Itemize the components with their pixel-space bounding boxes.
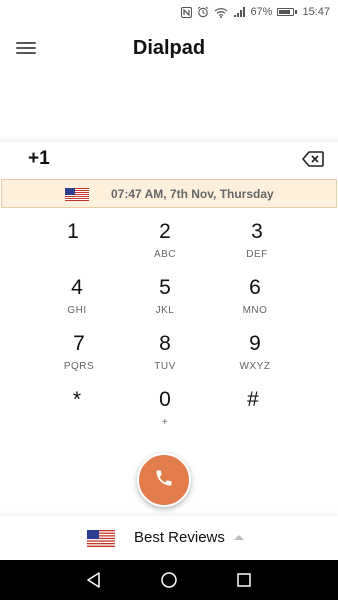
key-3[interactable]: 3 DEF	[217, 220, 297, 272]
time-banner: 07:47 AM, 7th Nov, Thursday	[1, 179, 337, 208]
phone-icon	[154, 468, 174, 493]
nfc-icon	[181, 6, 193, 18]
battery-icon	[277, 8, 298, 16]
key-digit: 4	[71, 276, 83, 299]
key-letters: MNO	[242, 305, 268, 316]
key-9[interactable]: 9 WXYZ	[215, 332, 295, 384]
key-4[interactable]: 4 GHI	[37, 276, 117, 328]
key-0[interactable]: 0 +	[125, 388, 205, 440]
key-digit: 7	[73, 332, 85, 355]
key-digit: *	[72, 388, 82, 411]
country-selector[interactable]: Best Reviews	[0, 516, 338, 560]
number-row: +1	[0, 144, 338, 176]
divider	[0, 136, 338, 142]
page-title: Dialpad	[132, 37, 206, 59]
key-digit: 9	[249, 332, 261, 355]
us-flag-icon	[87, 530, 115, 552]
status-time: 15:47	[302, 6, 330, 18]
key-star[interactable]: *	[37, 388, 117, 440]
key-5[interactable]: 5 JKL	[125, 276, 205, 328]
key-letters: ABC	[153, 249, 177, 260]
key-digit: 3	[251, 220, 263, 243]
nav-home-icon[interactable]	[159, 570, 179, 590]
system-nav-bar	[0, 560, 338, 600]
backspace-icon[interactable]	[302, 151, 324, 167]
key-digit: 2	[159, 220, 171, 243]
key-letters: WXYZ	[239, 361, 271, 372]
call-button[interactable]	[137, 453, 191, 507]
app-bar: Dialpad	[0, 24, 338, 76]
key-6[interactable]: 6 MNO	[215, 276, 295, 328]
battery-text: 67%	[250, 6, 273, 18]
key-8[interactable]: 8 TUV	[125, 332, 205, 384]
key-letters: JKL	[155, 305, 175, 316]
signal-icon	[233, 6, 246, 18]
status-bar: 67% 15:47	[0, 0, 338, 24]
dialed-number[interactable]: +1	[28, 148, 50, 170]
us-flag-icon	[65, 188, 89, 206]
country-label: Best Reviews	[134, 529, 225, 546]
key-digit: 6	[249, 276, 261, 299]
key-letters: GHI	[67, 305, 87, 316]
key-digit: #	[247, 388, 259, 411]
key-letters: +	[161, 417, 169, 428]
key-hash[interactable]: #	[213, 388, 293, 440]
local-time-text: 07:47 AM, 7th Nov, Thursday	[111, 187, 274, 201]
key-letters: TUV	[154, 361, 176, 372]
key-7[interactable]: 7 PQRS	[39, 332, 119, 384]
alarm-icon	[197, 6, 209, 18]
key-letters: PQRS	[63, 361, 95, 372]
caret-up-icon	[234, 535, 244, 540]
wifi-icon	[214, 7, 228, 18]
key-digit: 0	[159, 388, 171, 411]
key-letters: DEF	[246, 249, 268, 260]
key-digit: 5	[159, 276, 171, 299]
key-digit: 1	[67, 220, 79, 243]
key-2[interactable]: 2 ABC	[125, 220, 205, 272]
nav-back-icon[interactable]	[84, 570, 104, 590]
key-1[interactable]: 1	[33, 220, 113, 272]
nav-recents-icon[interactable]	[234, 570, 254, 590]
key-digit: 8	[159, 332, 171, 355]
